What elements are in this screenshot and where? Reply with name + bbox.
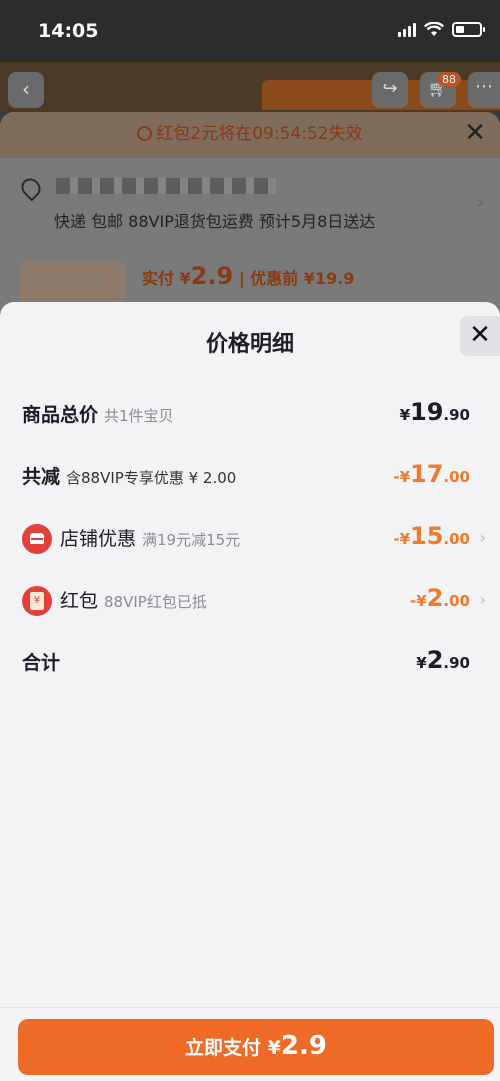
row-amount: -¥17.00	[393, 460, 470, 488]
price-prefix: 实付 ¥	[142, 269, 191, 288]
amount-int: 2	[426, 646, 444, 674]
amount-symbol: -¥	[393, 468, 411, 486]
amount-dec: .90	[443, 406, 470, 424]
signal-icon	[398, 22, 416, 37]
row-goods-total: 商品总价 共1件宝贝 ¥19.90	[0, 394, 500, 434]
shop-icon	[22, 524, 52, 554]
row-amount: ¥19.90	[400, 398, 470, 426]
price-before: | 优惠前 ¥19.9	[238, 269, 355, 288]
row-amount: -¥15.00	[393, 522, 470, 550]
more-icon[interactable]: ⋯	[468, 72, 500, 108]
amount-int: 2	[426, 584, 444, 612]
row-sub: 共1件宝贝	[104, 407, 174, 425]
row-label: 合计	[22, 652, 61, 674]
countdown-text: 红包2元将在09:54:52失效	[156, 124, 363, 144]
row-amount: -¥2.00	[410, 584, 470, 612]
amount-int: 15	[410, 522, 444, 550]
order-sheet: 红包2元将在09:54:52失效 ✕ 快递 包邮 88VIP退货包运费 预计5月…	[0, 112, 500, 312]
wifi-icon	[424, 22, 444, 36]
red-envelope-icon	[22, 586, 52, 616]
amount-int: 17	[410, 460, 444, 488]
row-sub: 满19元减15元	[142, 531, 241, 549]
cart-badge: 88	[437, 72, 461, 87]
amount-dec: .00	[443, 530, 470, 548]
bottom-pay-bar: 立即支付 ¥2.9	[0, 1007, 500, 1081]
modal-title: 价格明细	[205, 332, 294, 357]
location-pin-icon	[17, 174, 45, 202]
share-icon[interactable]: ↪	[372, 72, 408, 108]
amount-dec: .90	[443, 654, 470, 672]
pay-now-button[interactable]: 立即支付 ¥2.9	[18, 1019, 494, 1075]
product-price: 实付 ¥2.9 | 优惠前 ¥19.9	[142, 262, 354, 290]
battery-icon	[452, 22, 485, 37]
price-detail-modal: 价格明细 ✕ 商品总价 共1件宝贝 ¥19.90 共减 含88VIP专享优惠 ¥ 2…	[0, 302, 500, 1081]
close-icon[interactable]: ✕	[460, 316, 500, 356]
status-time: 14:05	[38, 20, 99, 42]
row-sub: 含88VIP专享优惠 ¥ 2.00	[66, 469, 237, 487]
back-icon[interactable]: ‹	[8, 72, 44, 108]
amount-symbol: ¥	[416, 654, 427, 672]
amount-symbol: -¥	[393, 530, 411, 548]
row-label: 商品总价	[22, 404, 99, 426]
chevron-right-icon: ›	[479, 528, 486, 547]
product-top-bar: ‹ ↪ 🛒︎ 88 ⋯	[0, 62, 500, 112]
row-grand-total: 合计 ¥2.90	[0, 642, 500, 682]
pay-label: 立即支付 ¥	[185, 1037, 281, 1059]
price-value: 2.9	[190, 262, 234, 290]
row-label: 红包	[60, 590, 99, 612]
amount-int: 19	[410, 398, 444, 426]
close-icon[interactable]: ✕	[464, 118, 486, 148]
status-icons	[398, 22, 485, 37]
row-red-envelope[interactable]: 红包 88VIP红包已抵 -¥2.00 ›	[0, 580, 500, 620]
amount-dec: .00	[443, 468, 470, 486]
row-shop-discount[interactable]: 店铺优惠 满19元减15元 -¥15.00 ›	[0, 518, 500, 558]
row-amount: ¥2.90	[416, 646, 470, 674]
address-section[interactable]: 快递 包邮 88VIP退货包运费 预计5月8日送达 ›	[0, 158, 500, 250]
row-label: 共减	[22, 466, 61, 488]
row-label: 店铺优惠	[60, 528, 137, 550]
chevron-right-icon: ›	[476, 192, 484, 213]
status-bar: 14:05	[0, 0, 500, 62]
delivery-info: 快递 包邮 88VIP退货包运费 预计5月8日送达	[54, 212, 376, 231]
red-envelope-countdown: 红包2元将在09:54:52失效	[0, 112, 500, 158]
address-redacted	[56, 178, 276, 194]
amount-symbol: -¥	[410, 592, 427, 610]
chevron-right-icon: ›	[479, 590, 486, 609]
row-sub: 88VIP红包已抵	[104, 593, 207, 611]
amount-dec: .00	[443, 592, 470, 610]
clock-icon	[137, 126, 153, 141]
pay-amount: 2.9	[280, 1031, 327, 1061]
amount-symbol: ¥	[399, 406, 411, 424]
row-total-discount: 共减 含88VIP专享优惠 ¥ 2.00 -¥17.00	[0, 456, 500, 496]
